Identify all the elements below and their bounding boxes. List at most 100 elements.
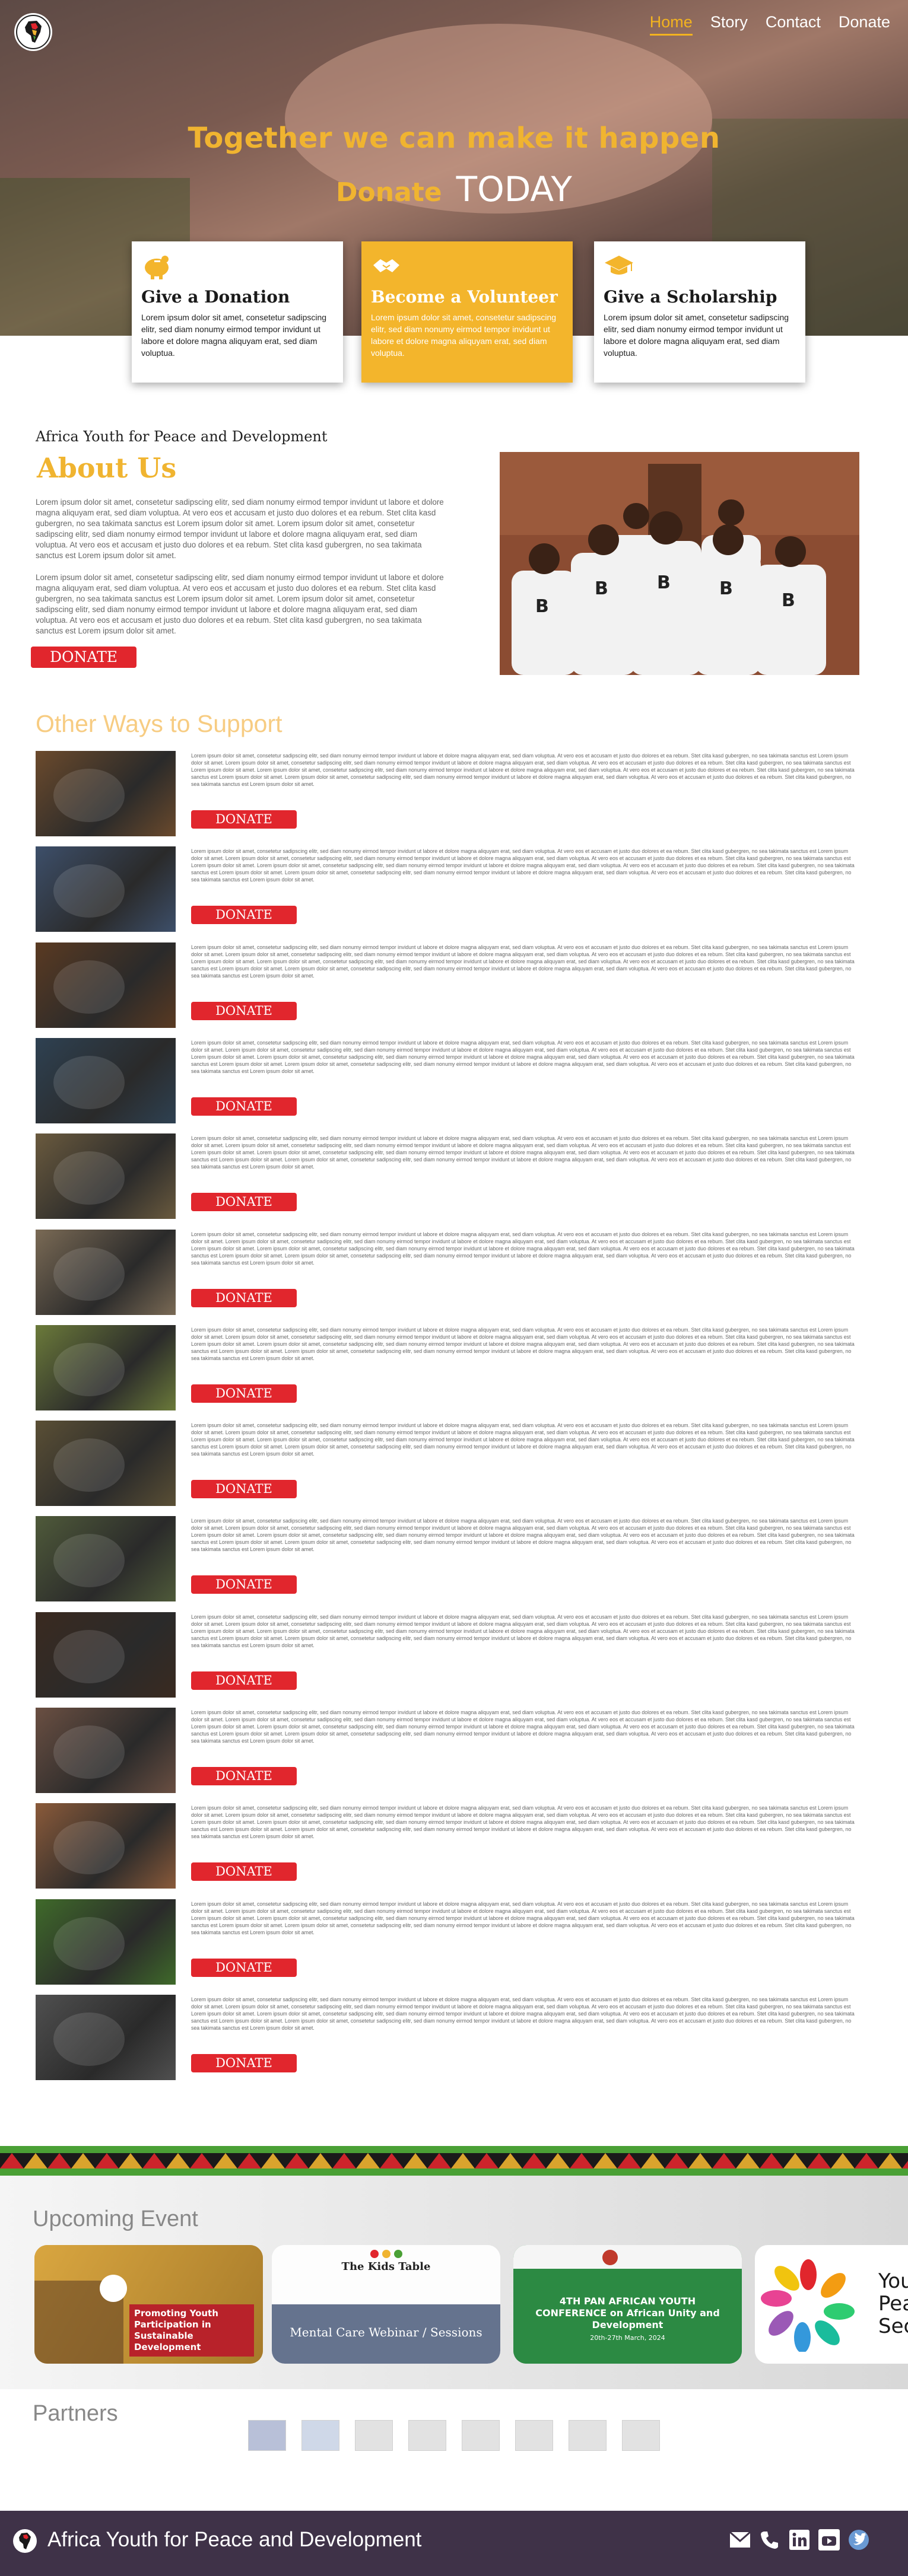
twitter-icon[interactable] [846, 2527, 872, 2553]
support-row: Lorem ipsum dolor sit amet, consetetur s… [36, 1516, 861, 1602]
event-organizer-logo [602, 2250, 618, 2265]
about-paragraph-1: Lorem ipsum dolor sit amet, consetetur s… [36, 498, 444, 560]
phone-icon[interactable] [757, 2527, 783, 2553]
support-row-photo [36, 942, 176, 1028]
youtube-icon[interactable] [816, 2527, 842, 2553]
support-row-donate-button[interactable]: DONATE [191, 1480, 297, 1499]
partner-logo[interactable] [408, 2420, 446, 2451]
support-row-photo-detail [53, 1151, 125, 1205]
partner-logo[interactable] [515, 2420, 553, 2451]
card-text: Lorem ipsum dolor sit amet, consetetur s… [371, 313, 557, 358]
card-title: Give a Scholarship [604, 287, 777, 307]
partner-logo[interactable] [355, 2420, 393, 2451]
handshake-icon [373, 259, 399, 272]
event-card-pan-african-conference[interactable]: 4TH PAN AFRICAN YOUTH CONFERENCE on Afri… [513, 2245, 742, 2364]
card-text: Lorem ipsum dolor sit amet, consetetur s… [604, 313, 789, 358]
support-row-photo-detail [53, 1725, 125, 1779]
support-row-photo-detail [53, 864, 125, 918]
event-card-subtitle: Mental Care Webinar / Sessions [290, 2325, 482, 2339]
support-row-photo [36, 1516, 176, 1602]
hero-donate-word: Donate [336, 177, 442, 208]
event-organizer-logo [100, 2275, 127, 2302]
support-row-text: Lorem ipsum dolor sit amet, consetetur s… [191, 753, 855, 787]
decorative-pattern-band [0, 2146, 908, 2176]
hero-subtitle: Donate TODAY [0, 169, 908, 209]
support-row-text: Lorem ipsum dolor sit amet, consetetur s… [191, 1039, 855, 1074]
support-row-donate-button[interactable]: DONATE [191, 1193, 297, 1212]
support-row: Lorem ipsum dolor sit amet, consetetur s… [36, 846, 861, 932]
support-row-donate-button[interactable]: DONATE [191, 1001, 297, 1020]
support-row-donate-button[interactable]: DONATE [191, 1097, 297, 1116]
africa-map-logo-icon [16, 15, 50, 49]
support-row: Lorem ipsum dolor sit amet, consetetur s… [36, 1229, 861, 1315]
support-row-donate-button[interactable]: DONATE [191, 1288, 297, 1307]
card-title: Give a Donation [141, 287, 290, 307]
support-row-photo-detail [53, 1534, 125, 1588]
partners-heading: Partners [33, 2401, 118, 2426]
nav-donate-link[interactable]: Donate [839, 13, 890, 36]
support-row-text: Lorem ipsum dolor sit amet, consetetur s… [191, 1613, 855, 1648]
group-photo-illustration: B B B B B [500, 452, 859, 675]
support-row-text: Lorem ipsum dolor sit amet, consetetur s… [191, 1900, 855, 1935]
dot-icon [370, 2250, 379, 2258]
svg-text:B: B [657, 572, 671, 593]
support-row-photo [36, 1803, 176, 1889]
event-card-youth-peace[interactable]: You Pea Sec [755, 2245, 908, 2364]
dot-icon [382, 2250, 390, 2258]
kente-pattern-graphic [0, 2146, 908, 2176]
support-row-photo [36, 1324, 176, 1410]
support-row-text: Lorem ipsum dolor sit amet, consetetur s… [191, 848, 855, 883]
hero-title: Together we can make it happen [188, 122, 720, 155]
event-card-title: 4TH PAN AFRICAN YOUTH CONFERENCE on Afri… [535, 2295, 720, 2330]
give-donation-card[interactable]: Give a Donation Lorem ipsum dolor sit am… [132, 241, 343, 383]
support-row-photo [36, 1994, 176, 2080]
support-row-donate-button[interactable]: DONATE [191, 1384, 297, 1403]
support-row-text: Lorem ipsum dolor sit amet, consetetur s… [191, 1422, 855, 1457]
partner-logo[interactable] [248, 2420, 286, 2451]
support-row-donate-button[interactable]: DONATE [191, 1671, 297, 1690]
nav-story-link[interactable]: Story [710, 13, 748, 36]
about-organization-name: Africa Youth for Peace and Development [36, 428, 328, 445]
support-row-photo [36, 751, 176, 836]
support-row-photo [36, 846, 176, 932]
event-card-youth-participation[interactable]: Promoting Youth Participation in Sustain… [34, 2245, 263, 2364]
give-scholarship-card[interactable]: Give a Scholarship Lorem ipsum dolor sit… [594, 241, 805, 383]
support-row-donate-button[interactable]: DONATE [191, 1862, 297, 1881]
support-row-donate-button[interactable]: DONATE [191, 2053, 297, 2072]
support-row-donate-button[interactable]: DONATE [191, 1767, 297, 1785]
partner-logo[interactable] [622, 2420, 660, 2451]
support-row-donate-button[interactable]: DONATE [191, 810, 297, 829]
svg-text:B: B [535, 596, 549, 617]
nav-home-link[interactable]: Home [649, 13, 693, 36]
support-row-text: Lorem ipsum dolor sit amet, consetetur s… [191, 1805, 855, 1840]
card-title: Become a Volunteer [371, 287, 558, 307]
hero-today-word: TODAY [456, 169, 572, 209]
event-card-title: The Kids Table [341, 2260, 431, 2273]
about-donate-button[interactable]: DONATE [31, 647, 136, 668]
support-row-donate-button[interactable]: DONATE [191, 906, 297, 925]
nav-contact-link[interactable]: Contact [766, 13, 821, 36]
support-row-photo-detail [53, 1055, 125, 1109]
support-row-photo-detail [53, 1247, 125, 1301]
support-row-photo [36, 1612, 176, 1698]
linkedin-icon[interactable] [786, 2527, 812, 2553]
main-navigation: Home Story Contact Donate [649, 13, 890, 36]
partner-logo[interactable] [462, 2420, 500, 2451]
support-row-text: Lorem ipsum dolor sit amet, consetetur s… [191, 1135, 855, 1170]
other-ways-heading: Other Ways to Support [36, 710, 282, 737]
partner-logo[interactable] [569, 2420, 607, 2451]
support-row-donate-button[interactable]: DONATE [191, 1958, 297, 1977]
event-card-kids-table[interactable]: The Kids Table Mental Care Webinar / Ses… [272, 2245, 500, 2364]
support-row: Lorem ipsum dolor sit amet, consetetur s… [36, 1421, 861, 1507]
email-icon[interactable] [727, 2527, 753, 2553]
piggy-bank-icon [145, 256, 169, 279]
footer-organization-name: Africa Youth for Peace and Development [47, 2528, 422, 2551]
support-row-donate-button[interactable]: DONATE [191, 1575, 297, 1594]
about-group-photo: B B B B B [500, 452, 859, 675]
support-row-text: Lorem ipsum dolor sit amet, consetetur s… [191, 1326, 855, 1361]
become-volunteer-card[interactable]: Become a Volunteer Lorem ipsum dolor sit… [361, 241, 573, 383]
support-row-photo-detail [53, 1821, 125, 1875]
organization-logo[interactable] [14, 13, 52, 51]
partner-logo[interactable] [301, 2420, 339, 2451]
footer-logo-icon[interactable] [12, 2528, 38, 2554]
